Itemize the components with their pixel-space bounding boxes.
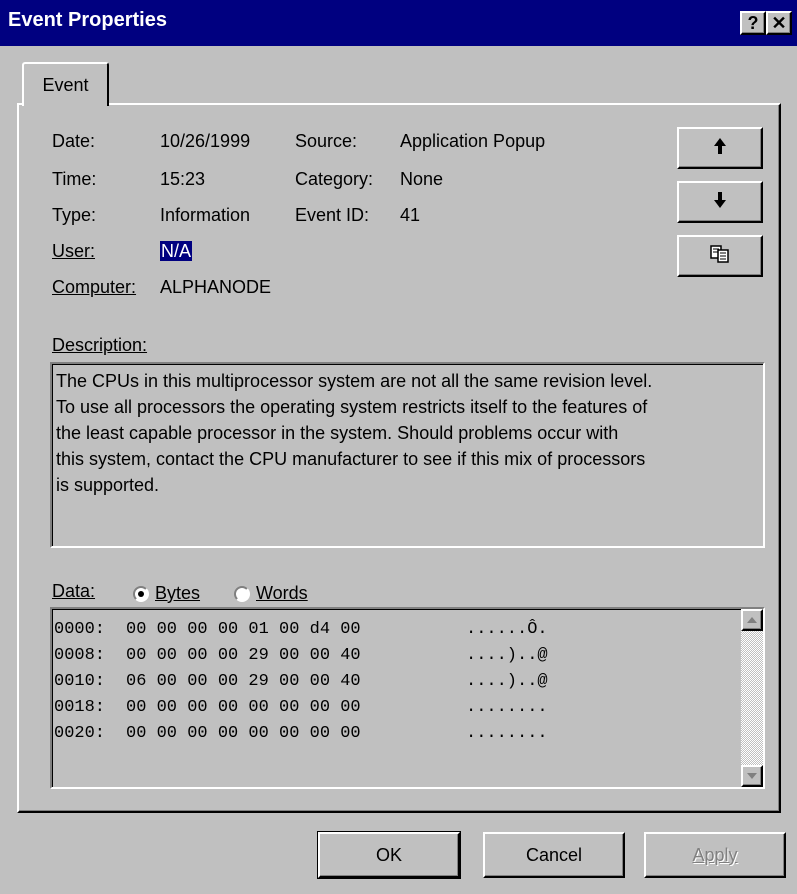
copy-icon — [710, 244, 730, 268]
hex-bytes: 00 00 00 00 29 00 00 40 — [126, 646, 361, 665]
hex-ascii: ......Ô. — [466, 620, 548, 639]
hex-row: 0018: 00 00 00 00 00 00 00 00 ........ — [54, 695, 548, 721]
ok-button[interactable]: OK — [317, 831, 461, 879]
source-label: Source: — [295, 131, 358, 151]
hex-offset: 0000: — [54, 620, 106, 639]
scroll-up-icon — [747, 617, 757, 623]
arrow-up-icon — [713, 137, 727, 160]
hex-dump: 0000: 00 00 00 00 01 00 d4 00 ......Ô. 0… — [54, 617, 548, 747]
data-box[interactable]: 0000: 00 00 00 00 01 00 d4 00 ......Ô. 0… — [50, 607, 765, 789]
description-box[interactable]: The CPUs in this multiprocessor system a… — [50, 362, 765, 548]
words-radio-option[interactable]: Words — [234, 583, 308, 604]
hex-row: 0020: 00 00 00 00 00 00 00 00 ........ — [54, 721, 548, 747]
hex-row: 0008: 00 00 00 00 29 00 00 40 ....)..@ — [54, 643, 548, 669]
apply-label: Apply — [692, 844, 738, 865]
type-value: Information — [160, 205, 251, 225]
hex-bytes: 00 00 00 00 00 00 00 00 — [126, 724, 361, 743]
type-label: Type: — [52, 205, 97, 225]
words-label: Words — [256, 583, 308, 603]
cancel-button[interactable]: Cancel — [483, 832, 625, 878]
hex-bytes: 06 00 00 00 29 00 00 40 — [126, 672, 361, 691]
hex-ascii: ....)..@ — [466, 672, 548, 691]
data-scrollbar[interactable] — [741, 609, 763, 787]
description-text: The CPUs in this multiprocessor system a… — [56, 371, 653, 495]
computer-label: Computer: — [52, 277, 137, 297]
previous-event-button[interactable] — [677, 127, 763, 169]
data-label: Data: — [52, 581, 96, 601]
scroll-up-button[interactable] — [741, 609, 763, 631]
eventid-value: 41 — [400, 205, 421, 225]
computer-value: ALPHANODE — [160, 277, 272, 297]
description-label: Description: — [52, 335, 148, 355]
words-radio[interactable] — [234, 585, 250, 602]
user-label: User: — [52, 241, 96, 261]
hex-bytes: 00 00 00 00 00 00 00 00 — [126, 698, 361, 717]
time-value: 15:23 — [160, 169, 206, 189]
hex-ascii: ....)..@ — [466, 646, 548, 665]
bytes-radio-option[interactable]: Bytes — [133, 583, 200, 604]
cancel-label: Cancel — [525, 844, 583, 865]
arrow-down-icon — [713, 191, 727, 214]
help-button[interactable]: ? — [740, 11, 766, 35]
close-icon: ✕ — [771, 13, 787, 33]
date-label: Date: — [52, 131, 96, 151]
close-button[interactable]: ✕ — [766, 11, 792, 35]
hex-ascii: ........ — [466, 724, 548, 743]
scroll-down-button[interactable] — [741, 765, 763, 787]
title-bar[interactable]: Event Properties ? ✕ — [0, 0, 797, 46]
hex-bytes: 00 00 00 00 01 00 d4 00 — [126, 620, 361, 639]
hex-offset: 0020: — [54, 724, 106, 743]
hex-offset: 0010: — [54, 672, 106, 691]
ok-label: OK — [375, 844, 402, 865]
hex-row: 0010: 06 00 00 00 29 00 00 40 ....)..@ — [54, 669, 548, 695]
bytes-radio[interactable] — [133, 585, 149, 602]
hex-ascii: ........ — [466, 698, 548, 717]
time-label: Time: — [52, 169, 97, 189]
category-label: Category: — [295, 169, 374, 189]
window-title: Event Properties — [8, 9, 167, 31]
copy-button[interactable] — [677, 235, 763, 277]
bytes-label: Bytes — [155, 583, 201, 603]
tab-event-label: Event — [42, 74, 89, 95]
apply-button[interactable]: Apply — [644, 832, 786, 878]
source-value: Application Popup — [400, 131, 546, 151]
hex-row: 0000: 00 00 00 00 01 00 d4 00 ......Ô. — [54, 617, 548, 643]
next-event-button[interactable] — [677, 181, 763, 223]
date-value: 10/26/1999 — [160, 131, 251, 151]
help-icon: ? — [747, 13, 759, 33]
hex-offset: 0008: — [54, 646, 106, 665]
eventid-label: Event ID: — [295, 205, 370, 225]
hex-offset: 0018: — [54, 698, 106, 717]
user-value[interactable]: N/A — [160, 241, 193, 261]
scroll-down-icon — [747, 773, 757, 779]
category-value: None — [400, 169, 444, 189]
tab-event[interactable]: Event — [22, 62, 109, 106]
